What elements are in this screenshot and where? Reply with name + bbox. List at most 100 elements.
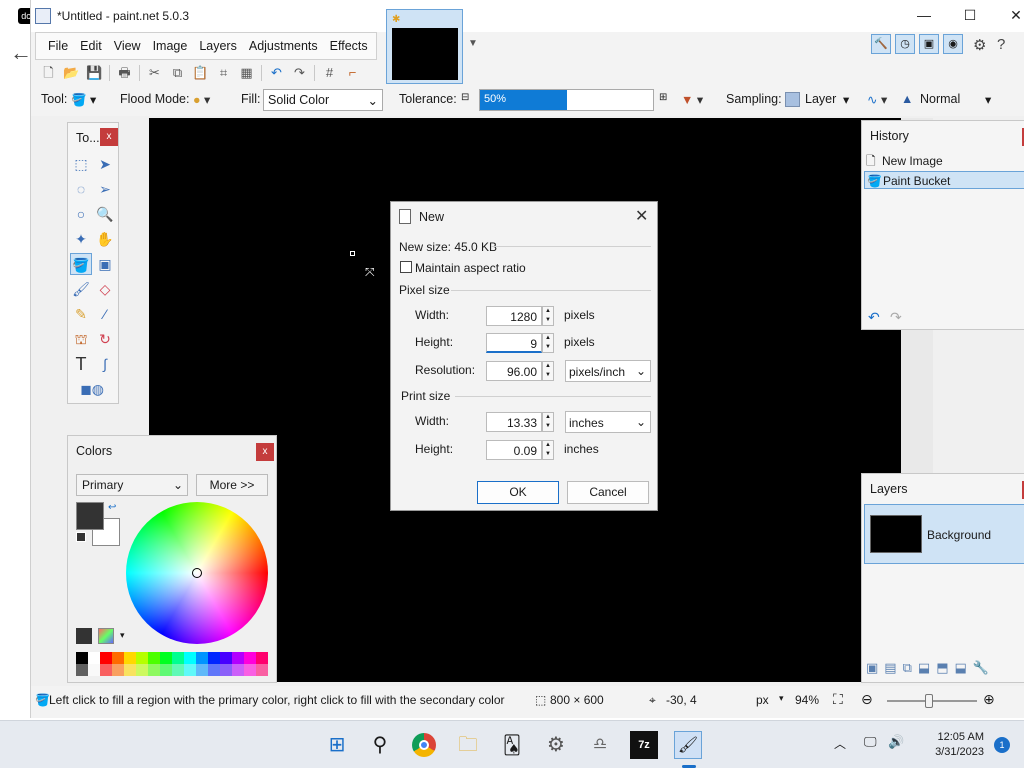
menu-image[interactable]: Image [147,39,194,53]
move-layer-down-icon[interactable]: ⬓ [954,660,966,676]
palette-swatch[interactable] [124,664,136,676]
width-stepper[interactable]: ▲ ▼ [542,306,554,326]
zoom-out-icon[interactable]: ⊖ [861,691,873,708]
layer-properties-icon[interactable]: 🔧 [973,660,989,676]
paste-icon[interactable]: 📋 [189,63,212,83]
move-selection-icon[interactable]: ➢ [94,178,116,200]
palette-swatch[interactable] [208,664,220,676]
menu-edit[interactable]: Edit [74,39,108,53]
delete-layer-icon[interactable]: ▤ [884,660,896,676]
palette-swatch[interactable] [148,664,160,676]
search-icon[interactable]: ⚲ [366,731,394,759]
solitaire-icon[interactable]: 🂡 [498,731,526,759]
palette-swatch[interactable] [232,652,244,664]
magic-wand-icon[interactable]: ✦ [70,228,92,250]
maintain-aspect-checkbox[interactable] [400,261,412,273]
palette-swatch[interactable] [148,652,160,664]
palette-swatch[interactable] [196,664,208,676]
unit-selector[interactable]: px [756,693,769,707]
menu-adjustments[interactable]: Adjustments [243,39,324,53]
zoom-slider-thumb[interactable] [925,694,933,708]
height-stepper[interactable]: ▲ ▼ [542,333,554,353]
resolution-stepper[interactable]: ▲ ▼ [542,361,554,381]
print-height-field[interactable]: 0.09 [486,440,542,460]
file-explorer-icon[interactable]: 🗀 [454,731,482,759]
close-window-button[interactable]: ✕ [993,0,1024,30]
chevron-down-icon[interactable]: ▾ [985,92,991,107]
ellipse-select-icon[interactable]: ○ [70,203,92,225]
fill-select[interactable]: Solid Color ⌄ [263,89,383,111]
width-field[interactable]: 1280 [486,306,542,326]
cut-icon[interactable]: ✂ [143,63,166,83]
layer-row[interactable]: Background ✓ [864,504,1024,564]
tolerance-decrease-icon[interactable]: ⊟ [461,92,469,103]
deselect-icon[interactable]: ▦ [235,63,258,83]
help-icon[interactable]: ? [997,36,1005,53]
text-tool-icon[interactable]: T [70,353,92,375]
swap-colors-icon[interactable]: ↩ [108,502,116,513]
settings-gear-icon[interactable]: ⚙ [973,36,986,54]
palette-swatch[interactable] [88,664,100,676]
start-windows-icon[interactable]: ⊞ [323,731,351,759]
network-icon[interactable]: 🖵 [864,734,877,750]
lasso-select-icon[interactable]: ◌ [70,178,92,200]
palette-swatch[interactable] [112,664,124,676]
new-file-icon[interactable]: 🗋 [37,63,60,83]
palette-swatch[interactable] [76,664,88,676]
palette-swatch[interactable] [244,664,256,676]
merge-layer-icon[interactable]: ⬓ [918,660,930,676]
history-item[interactable]: 🪣 Paint Bucket [864,171,1024,189]
reset-colors-icon[interactable] [76,532,86,542]
minimize-button[interactable]: — [901,0,947,30]
move-selected-icon[interactable]: ➤ [94,153,116,175]
history-item[interactable]: 🗋 New Image [864,152,1024,170]
palette-swatch[interactable] [100,664,112,676]
paintbrush-icon[interactable]: 🖌 [70,278,92,300]
blend-mode-icon[interactable]: ∿ ▾ [867,92,887,107]
palette-add-icon[interactable] [76,628,92,644]
settings-gear-icon[interactable]: ⚙ [542,731,570,759]
palette-swatch[interactable] [136,652,148,664]
zoom-icon[interactable]: 🔍 [94,203,116,225]
history-toggle-icon[interactable]: ◷ [895,34,915,54]
palette-swatch[interactable] [160,664,172,676]
palette-swatch[interactable] [76,652,88,664]
flood-mode-icon[interactable]: ● ▾ [193,92,210,107]
paint-bucket-icon[interactable]: 🪣 [70,253,92,275]
print-height-stepper[interactable]: ▲ ▼ [542,440,554,460]
chevron-down-icon[interactable]: ▾ [120,630,125,641]
print-width-field[interactable]: 13.33 [486,412,542,432]
menu-file[interactable]: File [42,39,74,53]
zoom-in-icon[interactable]: ⊕ [983,691,995,708]
crop-icon[interactable]: ⌗ [212,63,235,83]
ok-button[interactable]: OK [477,481,559,504]
colors-panel-close-button[interactable]: x [256,443,274,461]
palette-swatch[interactable] [172,664,184,676]
palette-swatch[interactable] [184,652,196,664]
palette-swatch[interactable] [160,652,172,664]
clone-stamp-icon[interactable]: ⛫ [70,328,92,350]
tolerance-increase-icon[interactable]: ⊞ [659,92,667,103]
zoom-level[interactable]: 94% [795,693,819,707]
shapes-icon[interactable]: ◼◍ [74,378,110,400]
move-layer-up-icon[interactable]: ⬒ [936,660,948,676]
menu-view[interactable]: View [108,39,147,53]
redo-icon[interactable]: ↷ [890,309,902,326]
volume-icon[interactable]: 🔊 [888,734,904,750]
antialias-icon[interactable]: ▼ ▾ [681,92,703,107]
zoom-to-window-icon[interactable]: ⛶ [833,691,843,708]
sampling-value[interactable]: Layer [805,92,836,106]
palette-swatch[interactable] [136,664,148,676]
image-tab-thumbnail[interactable]: ✱ [386,9,463,84]
recolor-icon[interactable]: ↻ [94,328,116,350]
redo-icon[interactable]: ↷ [288,63,311,83]
pencil-icon[interactable]: ✎ [70,303,92,325]
palette-swatch[interactable] [172,652,184,664]
resolution-field[interactable]: 96.00 [486,361,542,381]
undo-icon[interactable]: ↶ [265,63,288,83]
gradient-icon[interactable]: ▣ [94,253,116,275]
palette-swatch[interactable] [184,664,196,676]
palette-swatch[interactable] [88,652,100,664]
chevron-down-icon[interactable]: ▾ [779,693,784,704]
maximize-button[interactable]: ☐ [947,0,993,30]
